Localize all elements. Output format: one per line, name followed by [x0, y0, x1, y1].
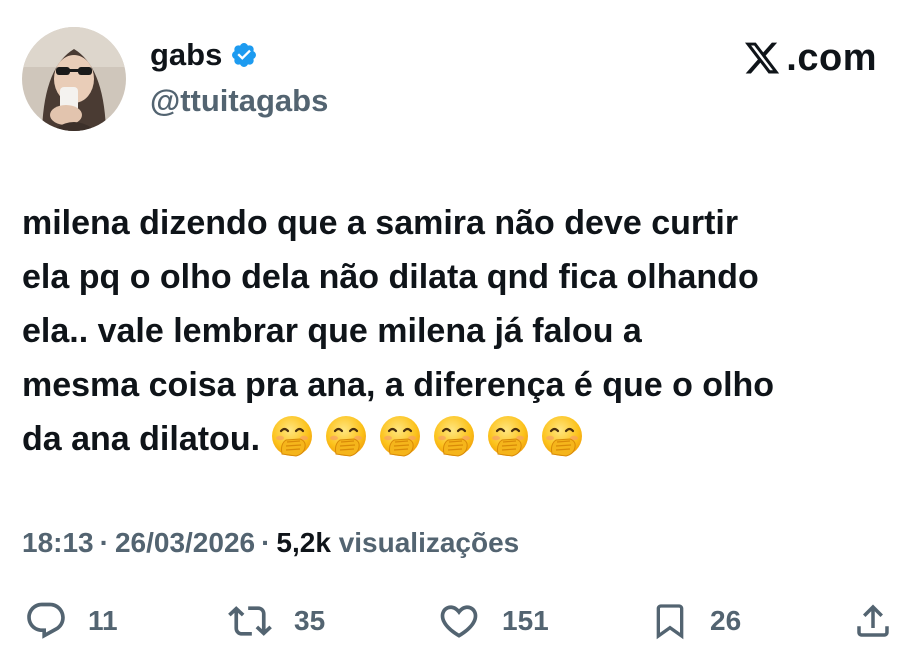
tweet-time[interactable]: 18:13 [22, 527, 94, 558]
x-logo-icon [742, 39, 782, 77]
reply-count: 11 [88, 605, 118, 636]
tweet-text-line: ela.. vale lembrar que milena já falou a [22, 312, 642, 350]
face-with-hand-over-mouth-emoji-icon [270, 414, 314, 458]
heart-icon [436, 599, 482, 643]
author-handle[interactable]: @ttuitagabs [150, 82, 328, 120]
tweet-text-line: mesma coisa pra ana, a diferença é que o… [22, 366, 775, 404]
views-count: 5,2k [276, 527, 331, 558]
like-button[interactable]: 151 [436, 596, 549, 646]
repost-button[interactable]: 35 [226, 596, 325, 646]
share-button[interactable] [852, 596, 894, 646]
views-label: visualizações [338, 527, 520, 558]
tweet-text-line: milena dizendo que a samira não deve cur… [22, 204, 739, 242]
meta-separator: · [99, 527, 109, 558]
face-with-hand-over-mouth-emoji-icon [432, 414, 476, 458]
avatar[interactable] [22, 27, 126, 131]
brand-watermark: .com [742, 36, 877, 80]
bookmark-button[interactable]: 26 [650, 596, 741, 646]
like-count: 151 [502, 605, 549, 636]
tweet-text-line: ela pq o olho dela não dilata qnd fica o… [22, 258, 759, 296]
bookmark-icon [650, 599, 690, 643]
verified-badge-icon [230, 41, 258, 69]
face-with-hand-over-mouth-emoji-icon [324, 414, 368, 458]
tweet-card: gabs @ttuitagabs .com milena dizendo que… [0, 0, 923, 667]
author-name-row[interactable]: gabs [150, 36, 258, 74]
tweet-text-line: da ana dilatou. [22, 420, 261, 458]
meta-separator: · [261, 527, 271, 558]
bookmark-count: 26 [710, 605, 742, 636]
face-with-hand-over-mouth-emoji-icon [378, 414, 422, 458]
repost-icon [226, 599, 274, 643]
tweet-date[interactable]: 26/03/2026 [115, 527, 255, 558]
tweet-text: milena dizendo que a samira não deve cur… [22, 196, 912, 466]
tweet-text-last-line: da ana dilatou. [22, 412, 912, 466]
reply-icon [24, 599, 68, 643]
repost-count: 35 [294, 605, 326, 636]
brand-domain: .com [786, 37, 877, 79]
face-with-hand-over-mouth-emoji-icon [486, 414, 530, 458]
share-icon [852, 599, 894, 643]
emoji-group [270, 414, 584, 458]
face-with-hand-over-mouth-emoji-icon [540, 414, 584, 458]
reply-button[interactable]: 11 [24, 596, 118, 646]
tweet-meta: 18:13 · 26/03/2026 · 5,2k visualizações [22, 524, 519, 562]
action-bar: 11 35 151 26 [0, 596, 923, 646]
display-name[interactable]: gabs [150, 36, 222, 74]
